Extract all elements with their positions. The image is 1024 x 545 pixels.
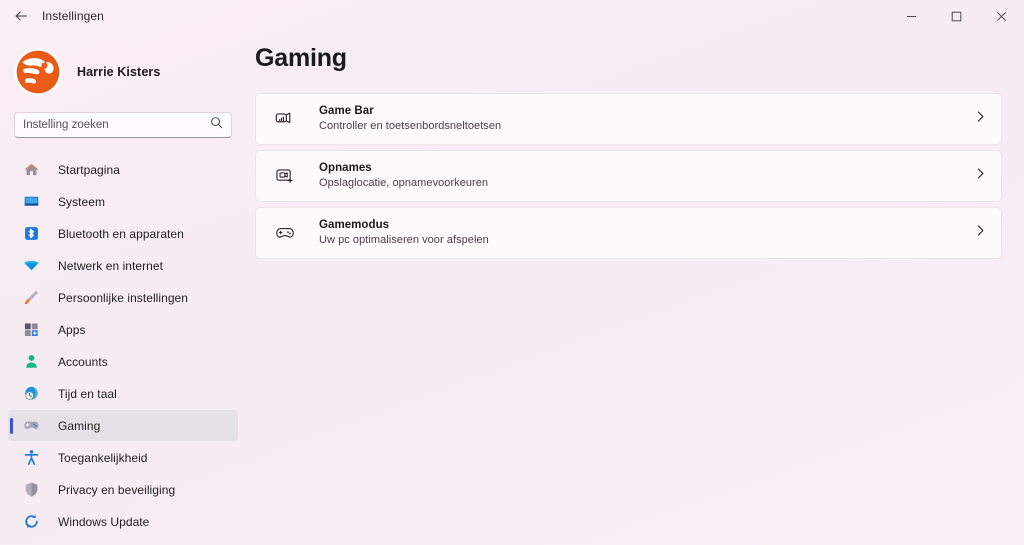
sidebar-item-label: Netwerk en internet [58,258,164,273]
bluetooth-icon [22,225,40,243]
sidebar-item-label: Apps [58,322,86,337]
paintbrush-icon [22,289,40,307]
home-icon [22,161,40,179]
clock-globe-icon [22,385,40,403]
card-title: Game Bar [319,105,374,117]
sidebar: Harrie Kisters Startpagina [0,32,246,545]
update-refresh-icon [22,513,40,531]
sidebar-item-apps[interactable]: Apps [8,314,238,345]
person-icon [22,353,40,371]
screen-capture-icon [272,163,298,189]
sidebar-item-label: Systeem [58,194,106,209]
chevron-right-icon[interactable] [974,167,987,185]
page-title: Gaming [255,44,347,72]
sidebar-item-label: Windows Update [58,514,150,529]
title-bar: Instellingen [0,0,1024,32]
chevron-right-icon[interactable] [974,110,987,128]
close-icon [996,11,1007,21]
sidebar-item-label: Tijd en taal [58,386,117,401]
game-bar-widget-icon [272,106,298,132]
card-subtitle: Controller en toetsenbordsneltoetsen [319,120,502,132]
close-button[interactable] [979,0,1024,32]
settings-card-gamemodus[interactable]: Gamemodus Uw pc optimaliseren voor afspe… [255,207,1002,259]
user-avatar-logo [14,48,62,96]
search-input[interactable] [23,119,208,131]
chevron-right-icon[interactable] [974,224,987,242]
main-content: Gaming Game Bar Controller en toetsenbor… [246,32,1024,545]
wifi-icon [22,257,40,275]
minimize-button[interactable] [889,0,934,32]
minimize-icon [907,15,916,17]
sidebar-item-bluetooth-en-apparaten[interactable]: Bluetooth en apparaten [8,218,238,249]
account-name: Harrie Kisters [77,65,161,79]
sidebar-item-label: Gaming [58,418,101,433]
back-button[interactable] [4,1,38,31]
account-header[interactable]: Harrie Kisters [14,40,236,104]
sidebar-item-systeem[interactable]: Systeem [8,186,238,217]
search-icon [210,116,223,134]
accessibility-icon [22,449,40,467]
selection-indicator [10,417,13,434]
gamepad-outline-icon [272,220,298,246]
card-title: Opnames [319,162,372,174]
sidebar-item-label: Privacy en beveiliging [58,482,176,497]
card-subtitle: Opslaglocatie, opnamevoorkeuren [319,177,489,189]
maximize-button[interactable] [934,0,979,32]
back-arrow-icon [15,10,27,21]
sidebar-item-label: Bluetooth en apparaten [58,226,184,241]
card-title: Gamemodus [319,219,390,231]
sidebar-item-tijd-en-taal[interactable]: Tijd en taal [8,378,238,409]
sidebar-item-toegankelijkheid[interactable]: Toegankelijkheid [8,442,238,473]
sidebar-item-accounts[interactable]: Accounts [8,346,238,377]
settings-window: Instellingen Harrie Kisters Instelling z… [0,0,1024,545]
sidebar-item-netwerk-en-internet[interactable]: Netwerk en internet [8,250,238,281]
settings-card-opnames[interactable]: Opnames Opslaglocatie, opnamevoorkeuren [255,150,1002,202]
sidebar-item-label: Startpagina [58,162,120,177]
window-controls [889,0,1024,32]
search-box[interactable] [14,112,232,138]
card-subtitle: Uw pc optimaliseren voor afspelen [319,234,489,246]
settings-card-list: Game Bar Controller en toetsenbordsnelto… [255,93,1002,259]
card-text: Gamemodus Uw pc optimaliseren voor afspe… [319,218,489,248]
shield-icon [22,481,40,499]
sidebar-item-privacy-en-beveiliging[interactable]: Privacy en beveiliging [8,474,238,505]
window-title: Instellingen [42,9,104,23]
maximize-icon [951,11,962,21]
gamepad-icon [22,417,40,435]
sidebar-item-label: Persoonlijke instellingen [58,290,188,305]
sidebar-item-gaming[interactable]: Gaming [8,410,238,441]
sidebar-item-label: Accounts [58,354,108,369]
sidebar-nav: Startpagina Systeem Bluetooth en apparat… [0,154,246,537]
sidebar-item-label: Toegankelijkheid [58,450,148,465]
apps-grid-icon [22,321,40,339]
monitor-icon [22,193,40,211]
card-text: Opnames Opslaglocatie, opnamevoorkeuren [319,161,488,191]
sidebar-item-startpagina[interactable]: Startpagina [8,154,238,185]
settings-card-game-bar[interactable]: Game Bar Controller en toetsenbordsnelto… [255,93,1002,145]
sidebar-item-persoonlijke-instellingen[interactable]: Persoonlijke instellingen [8,282,238,313]
card-text: Game Bar Controller en toetsenbordsnelto… [319,104,501,134]
sidebar-item-windows-update[interactable]: Windows Update [8,506,238,537]
